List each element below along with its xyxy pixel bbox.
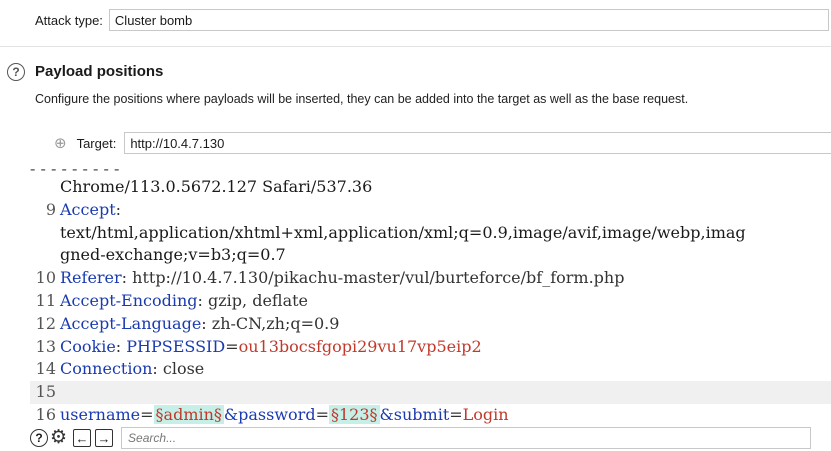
header-name: Accept-Encoding xyxy=(60,290,198,310)
help-icon[interactable]: ? xyxy=(30,429,48,447)
cookie-value: ou13bocsfgopi29vu17vp5eip2 xyxy=(238,336,482,356)
param-value: Login xyxy=(462,404,509,424)
line-number: 10 xyxy=(35,268,56,288)
line-number: 13 xyxy=(35,336,56,356)
cookie-name: PHPSESSID xyxy=(126,336,226,356)
line-number: 0 xyxy=(30,176,60,199)
request-line: 16 username= §admin§ &password= §123§ &submit… xyxy=(30,404,831,424)
header-value: : gzip, deflate xyxy=(197,290,309,310)
request-editor[interactable]: - - - - - - - - - 0Chrome/113.0.5672.127… xyxy=(30,166,831,424)
header-name: Accept-Language xyxy=(60,313,202,333)
line-text: Chrome/113.0.5672.127 Safari/537.36 xyxy=(60,177,373,196)
request-line-cut: - - - - - - - - - xyxy=(30,166,831,178)
request-line: 0gned-exchange;v=b3;q=0.7 xyxy=(30,244,831,267)
section-description: Configure the positions where payloads w… xyxy=(35,92,689,106)
cookie-equals: = xyxy=(225,336,239,356)
section-divider xyxy=(0,46,831,47)
forward-button[interactable]: → xyxy=(95,429,114,447)
line-number: 15 xyxy=(35,382,56,402)
header-value: : xyxy=(115,199,122,219)
line-number: 16 xyxy=(35,404,56,424)
line-number: 14 xyxy=(35,359,56,379)
target-input[interactable]: http://10.4.7.130 xyxy=(124,132,831,154)
header-name: Referer xyxy=(60,268,122,288)
line-text: text/html,application/xhtml+xml,applicat… xyxy=(60,222,746,242)
target-value: http://10.4.7.130 xyxy=(130,135,225,151)
request-line: 14 Connection: close xyxy=(30,358,831,381)
request-line: 9 Accept: xyxy=(30,199,831,222)
param-equals: = xyxy=(140,404,154,424)
request-line: 11 Accept-Encoding: gzip, deflate xyxy=(30,290,831,313)
target-label: Target: xyxy=(76,135,117,151)
header-value: : http://10.4.7.130/pikachu-master/vul/b… xyxy=(121,268,625,288)
back-button[interactable]: ← xyxy=(73,429,92,447)
search-placeholder: Search... xyxy=(128,431,177,445)
param-name: username xyxy=(60,404,141,424)
payload-marker[interactable]: §admin§ xyxy=(153,404,224,424)
request-line: 12 Accept-Language: zh-CN,zh;q=0.9 xyxy=(30,313,831,336)
line-number: 0 xyxy=(30,244,60,267)
line-number: 9 xyxy=(45,199,56,219)
request-line: 13 Cookie: PHPSESSID=ou13bocsfgopi29vu17v… xyxy=(30,336,831,359)
section-title: Payload positions xyxy=(35,63,164,80)
help-icon[interactable]: ? xyxy=(7,63,25,81)
header-name: Accept xyxy=(60,199,116,219)
crosshair-icon: ⊕ xyxy=(54,135,67,152)
request-line: 0Chrome/113.0.5672.127 Safari/537.36 xyxy=(30,176,831,199)
header-separator: : xyxy=(115,336,127,356)
line-text: gned-exchange;v=b3;q=0.7 xyxy=(60,245,286,265)
editor-toolbar: ? ⚙ ← → Search... xyxy=(30,426,812,450)
payload-marker[interactable]: §123§ xyxy=(328,404,380,424)
header-name: Cookie xyxy=(60,336,116,356)
header-value: : zh-CN,zh;q=0.9 xyxy=(201,313,340,333)
line-number: 12 xyxy=(35,313,56,333)
attack-type-row: Attack type: Cluster bomb xyxy=(35,8,829,32)
header-name: Connection xyxy=(60,359,153,379)
param-name: &submit xyxy=(379,404,450,424)
param-name: &password xyxy=(223,404,316,424)
request-line: 10 Referer: http://10.4.7.130/pikachu-mas… xyxy=(30,267,831,290)
param-equals: = xyxy=(315,404,329,424)
attack-type-label: Attack type: xyxy=(35,12,103,28)
request-line-current: 15 xyxy=(30,381,831,404)
attack-type-value: Cluster bomb xyxy=(114,12,193,28)
target-row: ⊕ Target: http://10.4.7.130 xyxy=(54,131,831,155)
header-value: : close xyxy=(152,359,205,379)
search-input[interactable]: Search... xyxy=(121,427,812,449)
line-number: 0 xyxy=(30,222,60,245)
param-equals: = xyxy=(449,404,463,424)
request-line: 0text/html,application/xhtml+xml,applica… xyxy=(30,222,831,245)
line-number: 11 xyxy=(35,290,56,310)
attack-type-select[interactable]: Cluster bomb xyxy=(108,9,829,31)
gear-icon[interactable]: ⚙ xyxy=(50,428,67,447)
